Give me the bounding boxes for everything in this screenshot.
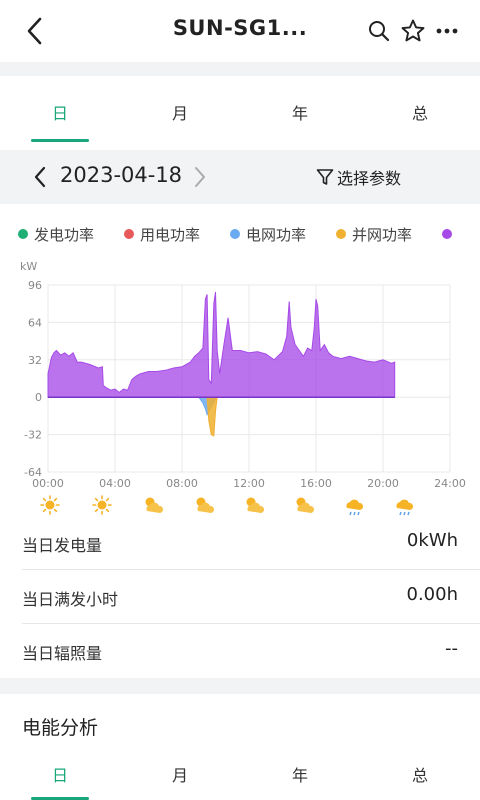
tab-total[interactable]: 总 [360,84,480,144]
tab-year[interactable]: 年 [240,746,360,800]
rainy-icon [346,499,364,516]
x-tick-label: 08:00 [166,477,198,490]
rainy-icon [396,499,414,516]
y-tick-label: 96 [28,279,42,292]
series-area [47,291,396,398]
filter-icon [316,169,334,185]
energy-period-tabs: 日 月 年 总 [0,746,480,800]
chevron-left-icon [34,166,46,188]
select-params-label: 选择参数 [337,169,402,188]
partly-cloudy-icon [246,497,265,513]
sun-ray [53,508,58,513]
legend-dot [124,229,135,239]
tab-year[interactable]: 年 [240,84,360,144]
chevron-right-icon [195,167,205,187]
legend-dot [18,229,28,239]
tab-active-indicator [31,139,89,142]
star-icon [401,19,425,42]
section-divider [0,62,480,76]
legend-item-generation[interactable]: 发电功率 [18,224,94,245]
sun-ray [105,508,110,513]
y-tick-label: -32 [24,429,42,442]
section-divider [0,678,480,694]
y-tick-label: 32 [28,354,42,367]
x-tick-label: 16:00 [300,477,332,490]
more-icon [436,28,458,34]
stat-value: -- [445,638,458,659]
y-tick-label: 64 [28,316,42,329]
legend-item-grid[interactable]: 电网功率 [230,224,306,245]
rain-drop [349,511,352,516]
y-axis-unit: kW [20,260,37,273]
prev-date-button[interactable] [28,164,52,190]
legend-item-consumption[interactable]: 用电功率 [124,224,200,245]
stat-row-daily-generation: 当日发电量 0kWh [22,516,480,570]
legend-item-feed-in[interactable]: 并网功率 [336,224,412,245]
sun-ray [42,497,47,502]
partly-cloudy-icon [296,497,315,513]
series-area [206,396,218,437]
cloud-shape [346,499,364,510]
sun-core [97,500,107,510]
partly-cloudy-icon [145,497,164,513]
sunny-icon [40,495,60,515]
sun-ray [105,497,110,502]
rain-drop [407,511,410,516]
power-chart[interactable]: kW 9664320-32-6400:00 04:00 08:00 12:00 16:0… [0,255,480,520]
legend-dot [442,229,453,239]
tab-day[interactable]: 日 [0,84,120,144]
stat-row-irradiation: 当日辐照量 -- [22,624,480,678]
energy-analysis-title: 电能分析 [22,717,99,739]
favorite-button[interactable] [400,18,426,44]
stat-row-full-load-hours: 当日满发小时 0.00h [22,570,480,624]
sun-ray [94,497,99,502]
cloud-shape [396,499,414,510]
x-tick-label: 00:00 [32,477,64,490]
date-selector-bar: 2023-04-18 选择参数 [0,150,480,204]
tab-day[interactable]: 日 [0,746,120,800]
legend-item-purple[interactable] [442,229,458,239]
search-icon [369,21,390,42]
sunny-icon [92,495,112,515]
x-tick-label: 20:00 [367,477,399,490]
tab-total[interactable]: 总 [360,746,480,800]
stat-label: 当日发电量 [22,536,103,555]
sun-ray [53,497,58,502]
stat-label: 当日辐照量 [22,644,103,663]
app-header: SUN-SG1... [0,0,480,62]
sun-ray [42,508,47,513]
x-tick-label: 04:00 [99,477,131,490]
stat-value: 0kWh [406,530,458,551]
tab-month[interactable]: 月 [120,746,240,800]
stat-value: 0.00h [406,584,459,605]
y-tick-label: 0 [35,391,42,404]
rain-drop [357,511,360,516]
current-date[interactable]: 2023-04-18 [60,163,182,187]
search-button[interactable] [366,18,392,44]
rain-drop [353,511,356,516]
stat-label: 当日满发小时 [22,590,119,609]
legend-dot [230,229,241,239]
sun-core [45,500,55,510]
tab-month[interactable]: 月 [120,84,240,144]
partly-cloudy-icon [196,497,215,513]
select-params-button[interactable]: 选择参数 [316,164,401,190]
sun-ray [94,508,99,513]
rain-drop [403,511,406,516]
period-tabs: 日 月 年 总 [0,84,480,144]
x-tick-label: 24:00 [434,477,466,490]
chart-legend: 发电功率 用电功率 电网功率 并网功率 [18,222,480,246]
next-date-button[interactable] [188,164,212,190]
legend-dot [336,229,347,239]
x-tick-label: 12:00 [233,477,265,490]
rain-drop [399,511,402,516]
more-button[interactable] [434,18,460,44]
